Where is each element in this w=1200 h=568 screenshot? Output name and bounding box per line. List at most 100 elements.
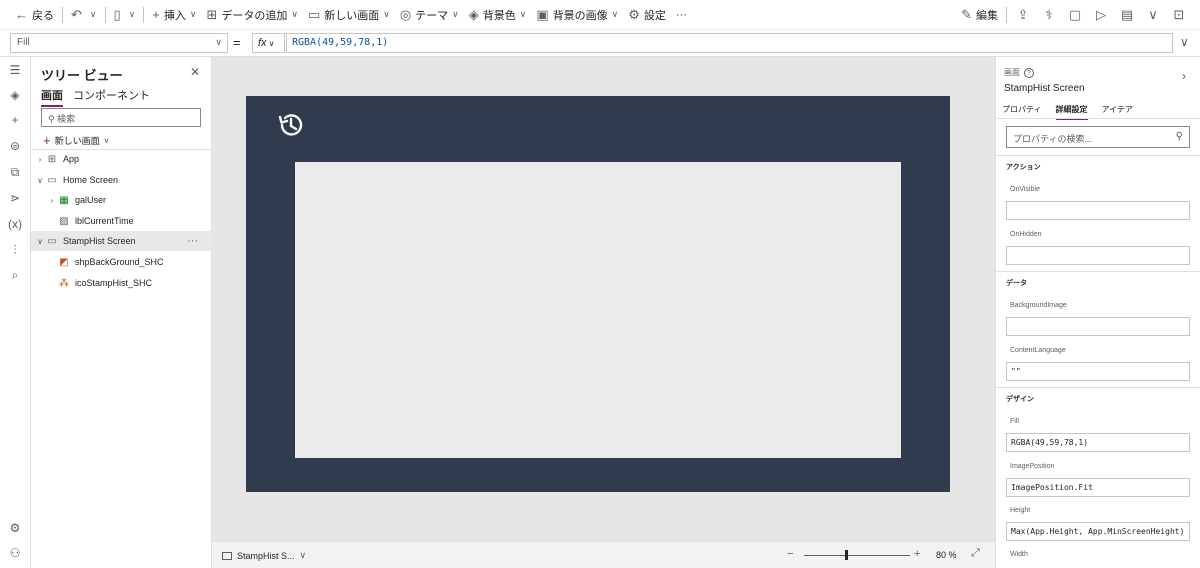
save-icon[interactable]: ▤ xyxy=(1114,7,1140,23)
theme-button[interactable]: ◎ テーマ ∨ xyxy=(395,0,464,30)
bg-image-button[interactable]: ▣ 背景の画像 ∨ xyxy=(531,0,623,30)
paint-bucket-icon: ◈ xyxy=(468,6,479,22)
media-icon[interactable]: ⧉ xyxy=(0,165,30,180)
plus-icon: + xyxy=(43,133,51,148)
zoom-slider-thumb[interactable] xyxy=(845,550,848,560)
formula-input[interactable]: RGBA(49,59,78,1) xyxy=(286,33,1173,53)
tree-view-panel: ツリー ビュー ✕ 画面 コンポーネント ⚲ 検索 + 新しい画面 ∨ › ⊞ Ap… xyxy=(31,57,212,568)
height-input[interactable]: Max(App.Height, App.MinScreenHeight) xyxy=(1006,522,1190,541)
tree-node-lblcurrenttime[interactable]: ▨ lblCurrentTime xyxy=(31,211,212,231)
chevron-down-icon: ∨ xyxy=(103,136,110,145)
insert-button[interactable]: + 挿入 ∨ xyxy=(147,0,201,30)
chevron-down-icon[interactable]: ∨ xyxy=(35,176,45,185)
fit-to-window-icon[interactable]: ⤢ xyxy=(971,547,980,560)
canvas-area xyxy=(212,57,995,541)
zoom-out-button[interactable]: − xyxy=(787,548,793,560)
tree-node-label: lblCurrentTime xyxy=(75,216,134,226)
zoom-in-button[interactable]: + xyxy=(914,548,920,560)
new-screen-button[interactable]: ▭ 新しい画面 ∨ xyxy=(303,0,395,30)
chevron-right-icon[interactable]: › xyxy=(1182,69,1186,83)
divider xyxy=(996,271,1200,272)
new-screen-button[interactable]: + 新しい画面 ∨ xyxy=(43,133,109,148)
layers-icon[interactable]: ◈ xyxy=(0,88,30,102)
app-checker-icon[interactable]: ⚕ xyxy=(1036,7,1062,23)
share-icon[interactable]: ⇪ xyxy=(1010,7,1036,23)
app-icon: ⊞ xyxy=(47,153,57,165)
background-shape[interactable] xyxy=(295,162,901,458)
chevron-right-icon[interactable]: › xyxy=(35,155,45,164)
contentlanguage-input[interactable]: "" xyxy=(1006,362,1190,381)
search-placeholder: プロパティの検索... xyxy=(1013,134,1092,144)
tree-node-stamphist-screen[interactable]: ∨ ▭ StampHist Screen ··· xyxy=(31,231,212,251)
new-screen-label: 新しい画面 xyxy=(324,9,380,22)
section-design: デザイン xyxy=(1006,396,1034,403)
tree-node-galuser[interactable]: › ▦ galUser xyxy=(31,190,212,210)
search-icon: ⚲ xyxy=(1175,131,1183,142)
tree-search-input[interactable]: ⚲ 検索 xyxy=(41,108,201,127)
hamburger-icon[interactable]: ☰ xyxy=(0,63,30,77)
property-dropdown[interactable]: Fill ∨ xyxy=(10,33,228,53)
onhidden-input[interactable] xyxy=(1006,246,1190,265)
chevron-down-icon: ∨ xyxy=(519,9,527,19)
bg-color-label: 背景色 xyxy=(482,9,516,22)
tree-node-icostamphist[interactable]: ⁂ icoStampHist_SHC xyxy=(31,273,212,293)
imageposition-label: ImagePosition xyxy=(1010,463,1055,470)
fx-button[interactable]: fx ∨ xyxy=(252,33,285,53)
screen-icon xyxy=(222,551,232,560)
automate-icon[interactable]: ⋗ xyxy=(0,191,30,205)
property-search-input[interactable]: プロパティの検索... ⚲ xyxy=(1006,126,1190,148)
history-icon[interactable] xyxy=(276,110,306,140)
zoom-unit: % xyxy=(948,550,957,560)
plus-icon[interactable]: + xyxy=(0,113,30,127)
imageposition-input[interactable]: ImagePosition.Fit xyxy=(1006,478,1190,497)
fill-input[interactable]: RGBA(49,59,78,1) xyxy=(1006,433,1190,452)
close-icon[interactable]: ✕ xyxy=(190,65,200,79)
tree-node-app[interactable]: › ⊞ App xyxy=(31,149,212,169)
tab-screens[interactable]: 画面 xyxy=(41,87,63,107)
advanced-tools-icon[interactable]: ⫶ xyxy=(0,243,30,258)
publish-icon[interactable]: ⊡ xyxy=(1166,7,1192,23)
expand-formula-icon[interactable]: ∨ xyxy=(1180,35,1189,49)
icon-control-icon: ⁂ xyxy=(59,277,69,289)
zoom-value: 80 % xyxy=(936,550,957,560)
chevron-down-icon[interactable]: ∨ xyxy=(35,237,45,246)
tree-node-shpbackground[interactable]: ◩ shpBackGround_SHC xyxy=(31,252,212,272)
add-data-label: データの追加 xyxy=(221,9,288,22)
variables-icon[interactable]: (x) xyxy=(0,217,30,231)
stamphist-screen-preview[interactable] xyxy=(246,96,950,492)
tree-node-home-screen[interactable]: ∨ ▭ Home Screen xyxy=(31,170,212,190)
back-button[interactable]: ← 戻る xyxy=(10,0,59,30)
control-kind-label: 画面 xyxy=(1004,68,1020,77)
comment-icon[interactable]: ▢ xyxy=(1062,7,1088,23)
edit-label: 編集 xyxy=(976,10,998,22)
bgimage-input[interactable] xyxy=(1006,317,1190,336)
paste-button[interactable]: ▯ ∨ xyxy=(109,0,141,30)
help-icon[interactable]: ? xyxy=(1024,67,1034,78)
add-data-button[interactable]: ⊞ データの追加 ∨ xyxy=(201,0,303,30)
gear-icon: ⚙ xyxy=(628,6,640,22)
onvisible-input[interactable] xyxy=(1006,201,1190,220)
more-options-icon[interactable]: ··· xyxy=(187,235,198,247)
separator xyxy=(62,6,63,23)
tab-components[interactable]: コンポーネント xyxy=(73,87,150,107)
zoom-slider-track[interactable] xyxy=(804,555,910,556)
more-button[interactable]: ··· xyxy=(671,0,692,30)
play-icon[interactable]: ▷ xyxy=(1088,7,1114,23)
gear-icon[interactable]: ⚙ xyxy=(0,521,30,535)
undo-icon: ↶ xyxy=(71,6,82,22)
pencil-icon: ✎ xyxy=(961,7,972,22)
screen-selector[interactable]: StampHist S... ∨ xyxy=(222,550,306,561)
chevron-down-icon[interactable]: ∨ xyxy=(1140,7,1166,23)
bg-color-button[interactable]: ◈ 背景色 ∨ xyxy=(464,0,532,30)
onvisible-label: OnVisible xyxy=(1010,186,1040,193)
account-icon[interactable]: ⚇ xyxy=(0,546,30,560)
edit-button[interactable]: ✎ 編集 xyxy=(956,0,1003,30)
command-bar: ← 戻る ↶ ∨ ▯ ∨ + 挿入 ∨ ⊞ データの追加 ∨ ▭ 新しい画面 ∨ ◎ テーマ ∨ ◈ 背… xyxy=(0,0,1200,30)
control-name: StampHist Screen xyxy=(1004,83,1085,94)
status-bar: StampHist S... ∨ − + 80 % ⤢ xyxy=(212,541,995,568)
chevron-right-icon[interactable]: › xyxy=(47,196,57,205)
undo-button[interactable]: ↶ ∨ xyxy=(66,0,102,30)
database-icon[interactable]: ⊜ xyxy=(0,139,30,153)
settings-button[interactable]: ⚙ 設定 xyxy=(623,0,671,30)
search-icon[interactable]: ⌕ xyxy=(0,268,30,283)
